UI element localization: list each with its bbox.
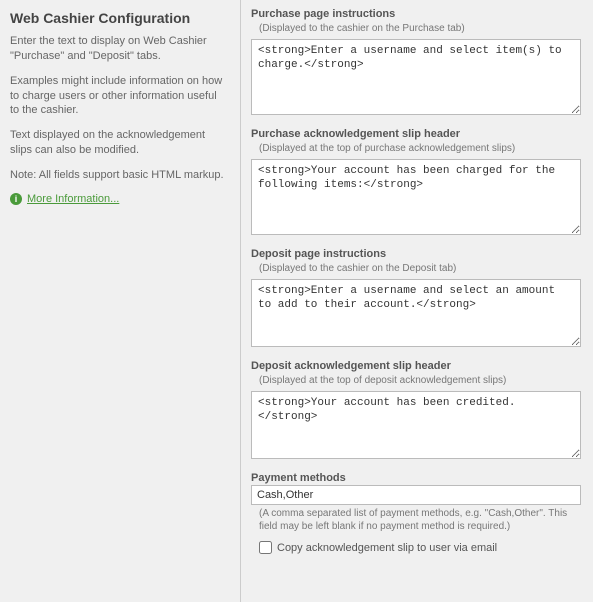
sidebar: Web Cashier Configuration Enter the text…: [0, 0, 240, 602]
field-purchase-ack: Purchase acknowledgement slip header (Di…: [251, 128, 581, 238]
copy-ack-row: Copy acknowledgement slip to user via em…: [259, 541, 581, 554]
field-hint: (Displayed at the top of purchase acknow…: [259, 142, 581, 155]
payment-methods-input[interactable]: [251, 485, 581, 505]
field-payment-methods: Payment methods (A comma separated list …: [251, 472, 581, 554]
field-hint: (Displayed at the top of deposit acknowl…: [259, 374, 581, 387]
field-hint: (Displayed to the cashier on the Purchas…: [259, 22, 581, 35]
more-info-row: i More Information...: [10, 193, 228, 205]
field-label: Purchase acknowledgement slip header: [251, 128, 581, 140]
copy-ack-checkbox[interactable]: [259, 541, 272, 554]
sidebar-para: Enter the text to display on Web Cashier…: [10, 34, 228, 64]
field-deposit-instructions: Deposit page instructions (Displayed to …: [251, 248, 581, 350]
page-title: Web Cashier Configuration: [10, 10, 228, 26]
purchase-instructions-input[interactable]: [251, 39, 581, 115]
field-label: Payment methods: [251, 472, 581, 484]
field-label: Deposit acknowledgement slip header: [251, 360, 581, 372]
field-deposit-ack: Deposit acknowledgement slip header (Dis…: [251, 360, 581, 462]
field-hint: (Displayed to the cashier on the Deposit…: [259, 262, 581, 275]
field-label: Purchase page instructions: [251, 8, 581, 20]
main-form: Purchase page instructions (Displayed to…: [241, 0, 593, 602]
field-purchase-instructions: Purchase page instructions (Displayed to…: [251, 8, 581, 118]
sidebar-para: Text displayed on the acknowledgement sl…: [10, 128, 228, 158]
field-label: Deposit page instructions: [251, 248, 581, 260]
purchase-ack-input[interactable]: [251, 159, 581, 235]
copy-ack-label[interactable]: Copy acknowledgement slip to user via em…: [277, 542, 497, 554]
sidebar-para: Note: All fields support basic HTML mark…: [10, 168, 228, 183]
field-hint: (A comma separated list of payment metho…: [259, 507, 581, 533]
deposit-ack-input[interactable]: [251, 391, 581, 459]
more-info-link[interactable]: More Information...: [27, 193, 119, 205]
deposit-instructions-input[interactable]: [251, 279, 581, 347]
sidebar-para: Examples might include information on ho…: [10, 74, 228, 119]
info-icon: i: [10, 193, 22, 205]
